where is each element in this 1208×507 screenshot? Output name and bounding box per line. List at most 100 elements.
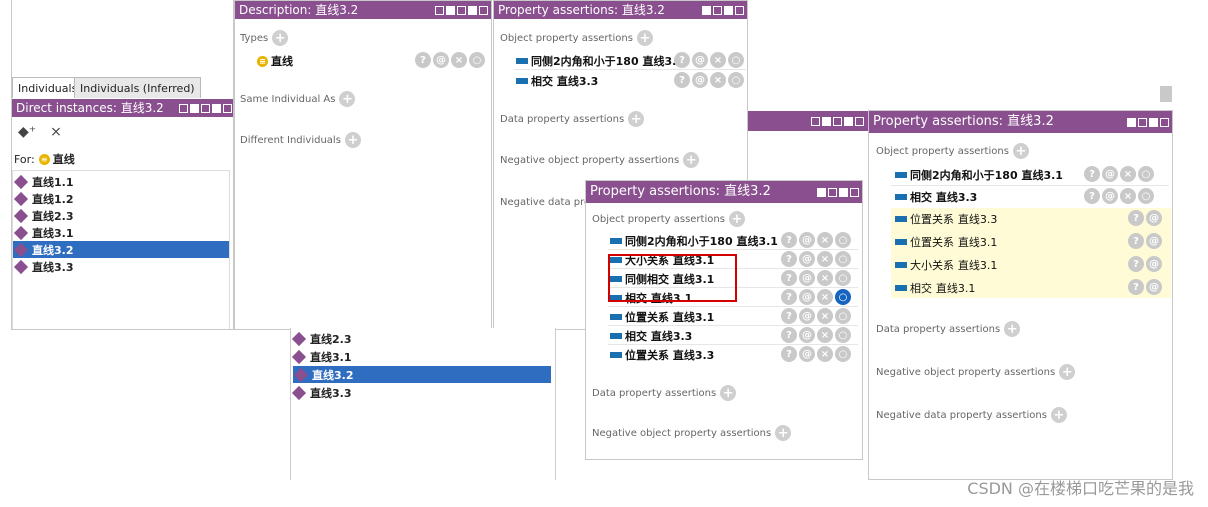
- help-icon[interactable]: ?: [1128, 279, 1144, 295]
- header-window-buttons[interactable]: [435, 1, 488, 19]
- delete-icon[interactable]: ×: [817, 232, 833, 248]
- close-icon[interactable]: [855, 116, 864, 126]
- help-icon[interactable]: ?: [674, 72, 690, 88]
- delete-icon[interactable]: ×: [817, 289, 833, 305]
- assertion-row[interactable]: 同侧2内角和小于180 直线3.1: [610, 233, 778, 249]
- edit-icon[interactable]: ○: [835, 232, 851, 248]
- list-item[interactable]: 直线1.2: [13, 190, 229, 207]
- pin-icon[interactable]: [190, 103, 199, 113]
- delete-icon[interactable]: ×: [1120, 166, 1136, 182]
- maximize-icon[interactable]: [1149, 117, 1158, 127]
- assertion-row[interactable]: 相交 直线3.3: [895, 189, 977, 205]
- help-icon[interactable]: ?: [415, 52, 431, 68]
- delete-icon[interactable]: ×: [817, 270, 833, 286]
- edit-icon[interactable]: ○: [835, 327, 851, 343]
- help-icon[interactable]: ?: [674, 52, 690, 68]
- annotate-icon[interactable]: @: [692, 72, 708, 88]
- assertion-row[interactable]: 位置关系 直线3.3: [610, 347, 714, 363]
- add-negative-data-property-button[interactable]: +: [1050, 407, 1067, 423]
- edit-icon[interactable]: ○: [835, 251, 851, 267]
- maximize-icon[interactable]: [839, 187, 848, 197]
- list-item[interactable]: 直线3.1: [13, 224, 229, 241]
- add-negative-object-property-button[interactable]: +: [775, 425, 792, 441]
- add-object-property-button[interactable]: +: [636, 30, 653, 46]
- close-icon[interactable]: [850, 187, 859, 197]
- list-item[interactable]: 直线2.3: [291, 330, 553, 347]
- close-icon[interactable]: [223, 103, 232, 113]
- help-icon[interactable]: ?: [1128, 233, 1144, 249]
- minimize-icon[interactable]: [713, 5, 722, 15]
- close-icon[interactable]: [735, 5, 744, 15]
- help-icon[interactable]: ?: [781, 289, 797, 305]
- add-data-property-button[interactable]: +: [1004, 321, 1021, 337]
- pin-icon[interactable]: [446, 5, 455, 15]
- edit-icon[interactable]: ○: [728, 52, 744, 68]
- tab-individuals[interactable]: Individuals: [12, 77, 84, 98]
- inferred-assertion-row[interactable]: 位置关系 直线3.3: [895, 211, 997, 227]
- list-item-selected[interactable]: 直线3.2: [293, 366, 551, 383]
- add-type-button[interactable]: +: [272, 30, 289, 46]
- annotate-icon[interactable]: @: [799, 289, 815, 305]
- header-window-buttons[interactable]: [811, 111, 864, 131]
- add-individual-icon[interactable]: ◆⁺: [18, 124, 36, 140]
- inferred-assertion-row[interactable]: 大小关系 直线3.1: [895, 257, 997, 273]
- header-window-buttons[interactable]: [1127, 111, 1169, 133]
- maximize-icon[interactable]: [844, 116, 853, 126]
- minimize-icon[interactable]: [833, 116, 842, 126]
- list-item[interactable]: 直线1.1: [13, 173, 229, 190]
- annotate-icon[interactable]: @: [799, 232, 815, 248]
- list-item-selected[interactable]: 直线3.2: [13, 241, 229, 258]
- delete-icon[interactable]: ×: [1120, 188, 1136, 204]
- add-negative-object-property-button[interactable]: +: [683, 152, 700, 168]
- assertion-row[interactable]: 相交 直线3.3: [516, 73, 598, 89]
- help-icon[interactable]: [435, 5, 444, 15]
- delete-individual-icon[interactable]: ⨯: [50, 124, 62, 140]
- help-icon[interactable]: ?: [781, 270, 797, 286]
- assertion-row[interactable]: 位置关系 直线3.1: [610, 309, 714, 325]
- delete-icon[interactable]: ×: [817, 327, 833, 343]
- pin-icon[interactable]: [817, 187, 826, 197]
- delete-icon[interactable]: ×: [817, 251, 833, 267]
- annotate-icon[interactable]: @: [799, 346, 815, 362]
- add-object-property-button[interactable]: +: [1012, 143, 1029, 159]
- inferred-assertion-row[interactable]: 相交 直线3.1: [895, 280, 975, 296]
- delete-icon[interactable]: ×: [817, 346, 833, 362]
- list-item[interactable]: 直线3.1: [291, 348, 553, 365]
- scrollbar-thumb[interactable]: [1160, 86, 1172, 102]
- delete-icon[interactable]: ×: [710, 72, 726, 88]
- maximize-icon[interactable]: [468, 5, 477, 15]
- annotate-icon[interactable]: @: [799, 308, 815, 324]
- edit-icon[interactable]: ○: [835, 308, 851, 324]
- annotate-icon[interactable]: @: [1146, 279, 1162, 295]
- minimize-icon[interactable]: [457, 5, 466, 15]
- help-icon[interactable]: [811, 116, 820, 126]
- help-icon[interactable]: ?: [1128, 210, 1144, 226]
- pin-icon[interactable]: [1127, 117, 1136, 127]
- add-object-property-button[interactable]: +: [728, 211, 745, 227]
- help-icon[interactable]: ?: [781, 308, 797, 324]
- minimize-icon[interactable]: [828, 187, 837, 197]
- edit-icon[interactable]: ○: [835, 346, 851, 362]
- minimize-icon[interactable]: [201, 103, 210, 113]
- list-item[interactable]: 直线2.3: [13, 207, 229, 224]
- inferred-assertion-row[interactable]: 位置关系 直线3.1: [895, 234, 997, 250]
- tab-individuals-inferred[interactable]: Individuals (Inferred): [74, 77, 201, 98]
- edit-icon[interactable]: ○: [728, 72, 744, 88]
- annotate-icon[interactable]: @: [433, 52, 449, 68]
- list-item[interactable]: 直线3.3: [13, 258, 229, 275]
- close-icon[interactable]: [479, 5, 488, 15]
- assertion-row[interactable]: 同侧2内角和小于180 直线3.1: [895, 167, 1063, 183]
- add-negative-object-property-button[interactable]: +: [1059, 364, 1076, 380]
- edit-icon[interactable]: ○: [469, 52, 485, 68]
- edit-icon[interactable]: ○: [835, 270, 851, 286]
- add-data-property-button[interactable]: +: [628, 111, 645, 127]
- close-icon[interactable]: [1160, 117, 1169, 127]
- help-icon[interactable]: ?: [1128, 256, 1144, 272]
- list-item[interactable]: 直线3.3: [291, 384, 553, 401]
- add-data-property-button[interactable]: +: [720, 385, 737, 401]
- help-icon[interactable]: ?: [1084, 166, 1100, 182]
- annotate-icon[interactable]: @: [1102, 188, 1118, 204]
- help-icon[interactable]: ?: [781, 232, 797, 248]
- maximize-icon[interactable]: [212, 103, 221, 113]
- edit-icon[interactable]: ○: [835, 289, 851, 305]
